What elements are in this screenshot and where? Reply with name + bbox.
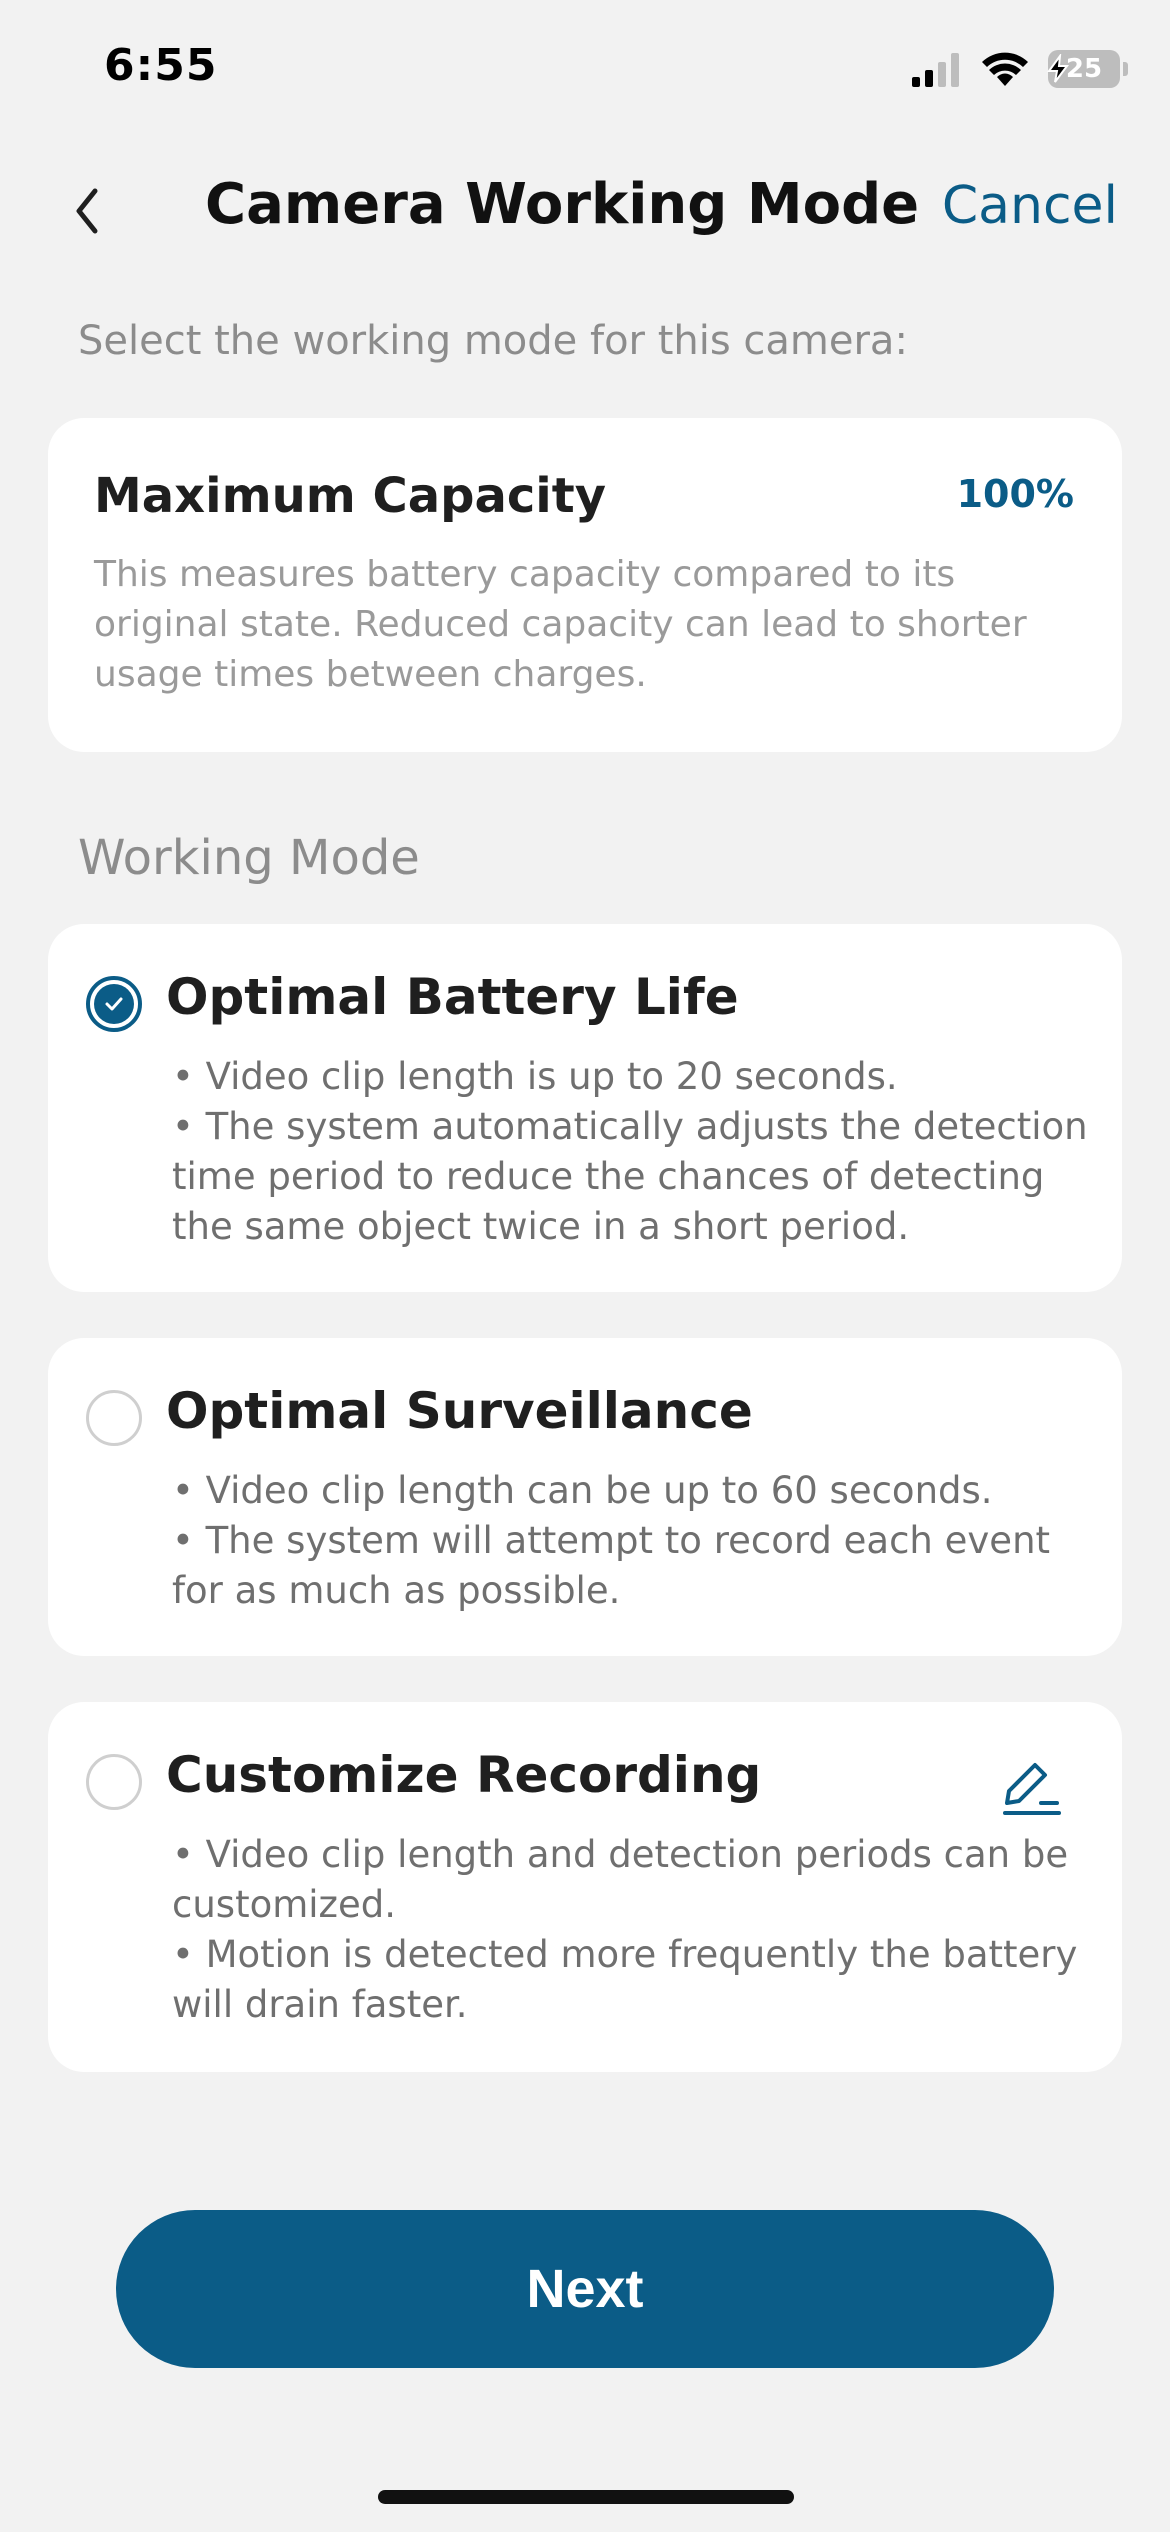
mode-description: • Video clip length is up to 20 seconds.… — [172, 1052, 1102, 1252]
radio-button[interactable] — [86, 1754, 142, 1810]
nav-bar: Camera Working Mode Cancel — [0, 160, 1170, 250]
mode-bullet: • Video clip length is up to 20 seconds. — [172, 1055, 898, 1098]
home-indicator[interactable] — [378, 2490, 794, 2504]
mode-title: Optimal Surveillance — [166, 1382, 753, 1440]
wifi-icon — [982, 52, 1028, 86]
status-time: 6:55 — [104, 40, 218, 91]
edit-recording-button[interactable] — [996, 1750, 1068, 1822]
working-mode-label: Working Mode — [78, 830, 420, 886]
capacity-title: Maximum Capacity — [94, 468, 606, 524]
chevron-left-icon — [76, 188, 98, 234]
page-title: Camera Working Mode — [205, 172, 920, 237]
checkmark-icon — [105, 997, 123, 1011]
mode-bullet: • Motion is detected more frequently the… — [172, 1933, 1078, 2026]
mode-option-optimal-surveillance[interactable]: Optimal Surveillance • Video clip length… — [48, 1338, 1122, 1656]
mode-description: • Video clip length can be up to 60 seco… — [172, 1466, 1102, 1616]
mode-title: Optimal Battery Life — [166, 968, 739, 1026]
next-button[interactable]: Next — [116, 2210, 1054, 2368]
mode-option-optimal-battery-life[interactable]: Optimal Battery Life • Video clip length… — [48, 924, 1122, 1292]
capacity-card: Maximum Capacity 100% This measures batt… — [48, 418, 1122, 752]
back-button[interactable] — [52, 176, 122, 246]
edit-pencil-icon — [1003, 1763, 1061, 1815]
radio-button-selected[interactable] — [86, 976, 142, 1032]
charging-bolt-icon — [1047, 54, 1069, 83]
radio-button[interactable] — [86, 1390, 142, 1446]
mode-bullet: • Video clip length can be up to 60 seco… — [172, 1469, 993, 1512]
capacity-value: 100% — [956, 472, 1074, 516]
capacity-description: This measures battery capacity compared … — [94, 554, 1027, 695]
cellular-signal-icon — [912, 53, 959, 87]
cancel-button[interactable]: Cancel — [942, 176, 1118, 236]
mode-option-customize-recording[interactable]: Customize Recording • Video clip length … — [48, 1702, 1122, 2072]
mode-bullet: • Video clip length and detection period… — [172, 1833, 1069, 1926]
mode-bullet: • The system automatically adjusts the d… — [172, 1105, 1088, 1248]
intro-text: Select the working mode for this camera: — [78, 318, 908, 364]
mode-bullet: • The system will attempt to record each… — [172, 1519, 1051, 1612]
battery-icon: 25 — [1047, 50, 1128, 88]
radio-dot — [94, 984, 134, 1024]
mode-description: • Video clip length and detection period… — [172, 1830, 1102, 2030]
status-bar: 6:55 25 — [0, 0, 1170, 150]
status-icons: 25 — [910, 50, 1128, 88]
mode-title: Customize Recording — [166, 1746, 762, 1804]
